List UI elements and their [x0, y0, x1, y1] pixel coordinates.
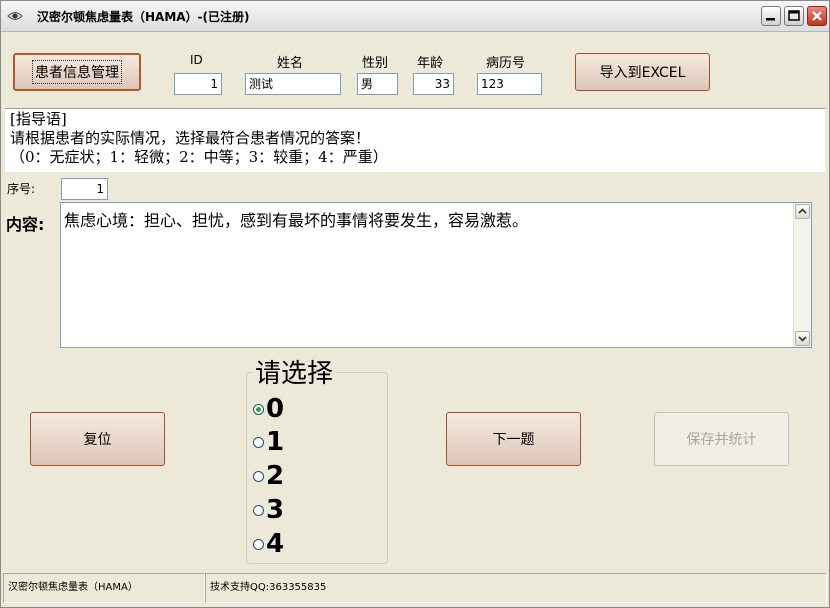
scroll-down-button[interactable] [795, 331, 810, 346]
next-question-button[interactable]: 下一题 [446, 412, 581, 466]
record-number-label: 病历号 [486, 56, 526, 71]
vertical-scrollbar[interactable] [793, 203, 811, 347]
option-2[interactable]: 2 [253, 461, 284, 491]
sequence-field[interactable]: 1 [61, 178, 108, 200]
title-bar[interactable]: 汉密尔顿焦虑量表（HAMA）-(已注册) [1, 1, 829, 32]
name-label: 姓名 [277, 56, 304, 71]
instructions-heading: [指导语] [10, 110, 67, 128]
status-support-info: 技术支持QQ:363355835 [205, 573, 827, 603]
reset-button[interactable]: 复位 [30, 412, 165, 466]
sequence-label: 序号: [7, 182, 36, 196]
radio-button[interactable] [253, 436, 264, 448]
option-1[interactable]: 1 [253, 427, 284, 457]
option-label: 1 [266, 427, 285, 457]
patient-management-button[interactable]: 患者信息管理 [13, 53, 141, 91]
close-button[interactable] [807, 6, 827, 26]
instructions-text: 请根据患者的实际情况，选择最符合患者情况的答案！ [10, 129, 371, 147]
id-label: ID [190, 53, 203, 67]
minimize-icon [766, 18, 775, 21]
choice-group-title: 请选择 [253, 359, 336, 389]
option-3[interactable]: 3 [253, 495, 284, 525]
chevron-up-icon [798, 208, 807, 214]
radio-button-selected[interactable] [253, 403, 264, 415]
option-label: 4 [266, 529, 285, 559]
age-field[interactable]: 33 [413, 73, 454, 95]
instructions-panel: [指导语] 请根据患者的实际情况，选择最符合患者情况的答案！ （0：无症状；1：… [5, 108, 825, 172]
gender-field[interactable]: 男 [357, 73, 398, 95]
content-label: 内容: [6, 215, 45, 234]
option-label: 3 [266, 495, 285, 525]
app-icon [7, 12, 23, 20]
gender-label: 性别 [362, 56, 389, 71]
id-field[interactable]: 1 [174, 73, 222, 95]
status-app-name: 汉密尔顿焦虑量表（HAMA） [3, 573, 205, 603]
option-4[interactable]: 4 [253, 529, 284, 559]
chevron-down-icon [798, 336, 807, 342]
scroll-up-button[interactable] [795, 204, 810, 219]
status-bar: 汉密尔顿焦虑量表（HAMA） 技术支持QQ:363355835 [1, 571, 829, 607]
instructions-scale: （0：无症状；1：轻微；2：中等；3：较重；4：严重） [10, 148, 388, 166]
name-field[interactable]: 测试 [245, 73, 341, 95]
app-window: 汉密尔顿焦虑量表（HAMA）-(已注册) 患者信息管理 ID 1 姓名 测试 性… [0, 0, 830, 608]
close-icon [812, 11, 822, 21]
record-number-field[interactable]: 123 [477, 73, 542, 95]
question-content-text: 焦虑心境：担心、担忧，感到有最坏的事情将要发生，容易激惹。 [64, 211, 529, 230]
option-label: 0 [266, 394, 285, 424]
maximize-icon [788, 10, 800, 21]
radio-button[interactable] [253, 504, 264, 516]
save-and-stats-button[interactable]: 保存并统计 [654, 412, 789, 466]
minimize-button[interactable] [761, 6, 781, 26]
option-label: 2 [266, 461, 285, 491]
window-title: 汉密尔顿焦虑量表（HAMA）-(已注册) [37, 10, 250, 24]
question-content-textarea[interactable]: 焦虑心境：担心、担忧，感到有最坏的事情将要发生，容易激惹。 [60, 202, 812, 348]
export-excel-button[interactable]: 导入到EXCEL [575, 53, 710, 91]
radio-button[interactable] [253, 470, 264, 482]
radio-button[interactable] [253, 538, 264, 550]
maximize-button[interactable] [784, 6, 804, 26]
option-0[interactable]: 0 [253, 394, 284, 424]
age-label: 年龄 [417, 56, 444, 71]
